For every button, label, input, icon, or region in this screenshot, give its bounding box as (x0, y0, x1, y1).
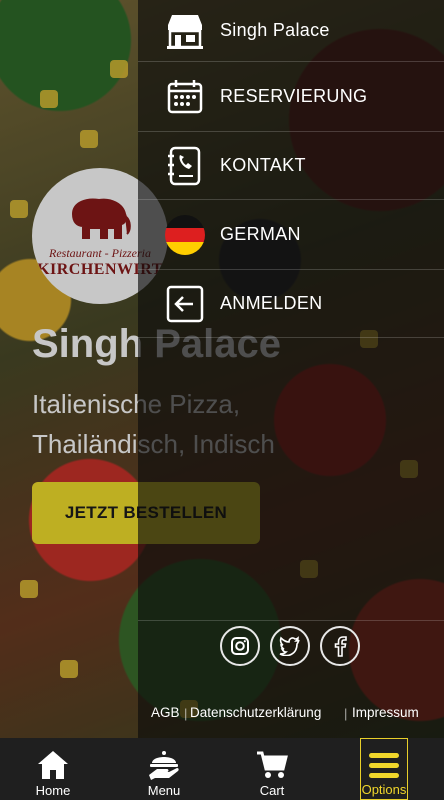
legal-separator: | (184, 706, 188, 721)
drawer-item-reservierung[interactable]: RESERVIERUNG (138, 62, 444, 132)
agb-link[interactable]: AGB (151, 705, 180, 720)
privacy-policy-link[interactable]: Datenschutzerklärung (190, 705, 321, 720)
login-icon (164, 283, 206, 325)
drawer-scrim[interactable] (0, 0, 138, 738)
restaurant-icon (164, 10, 206, 52)
drawer-item-german[interactable]: GERMAN (138, 200, 444, 270)
imprint-link[interactable]: Impressum (352, 705, 419, 720)
side-drawer: Singh Palace RESERVIERUNG KONTAKT GERMAN… (138, 0, 444, 738)
drawer-item-label: GERMAN (220, 224, 301, 244)
drawer-item-singh-palace[interactable]: Singh Palace (138, 0, 444, 62)
calendar-icon (164, 76, 206, 118)
nav-menu[interactable]: Menu (134, 738, 194, 800)
nav-options[interactable]: Options (360, 738, 408, 800)
nav-label: Menu (147, 783, 181, 798)
twitter-icon[interactable] (270, 626, 310, 666)
nav-label: Home (35, 783, 71, 798)
drawer-item-label: Singh Palace (220, 20, 330, 40)
facebook-icon[interactable] (320, 626, 360, 666)
nav-home[interactable]: Home (24, 738, 82, 800)
cart-icon (257, 751, 288, 778)
drawer-item-anmelden[interactable]: ANMELDEN (138, 270, 444, 338)
drawer-item-label: ANMELDEN (220, 293, 323, 313)
nav-cart[interactable]: Cart (244, 738, 300, 800)
bottom-navigation: Home Menu Cart Options (0, 738, 444, 800)
instagram-icon[interactable] (220, 626, 260, 666)
german-flag-icon (164, 214, 206, 256)
contact-book-icon (164, 145, 206, 187)
nav-label: Cart (259, 783, 285, 798)
drawer-divider (138, 620, 444, 621)
nav-label: Options (361, 782, 407, 797)
hamburger-icon (369, 753, 399, 778)
home-icon (38, 751, 68, 779)
serving-hand-icon (149, 751, 179, 780)
drawer-item-kontakt[interactable]: KONTAKT (138, 132, 444, 200)
legal-separator: | (344, 706, 348, 721)
drawer-item-label: RESERVIERUNG (220, 86, 368, 106)
drawer-item-label: KONTAKT (220, 155, 306, 175)
